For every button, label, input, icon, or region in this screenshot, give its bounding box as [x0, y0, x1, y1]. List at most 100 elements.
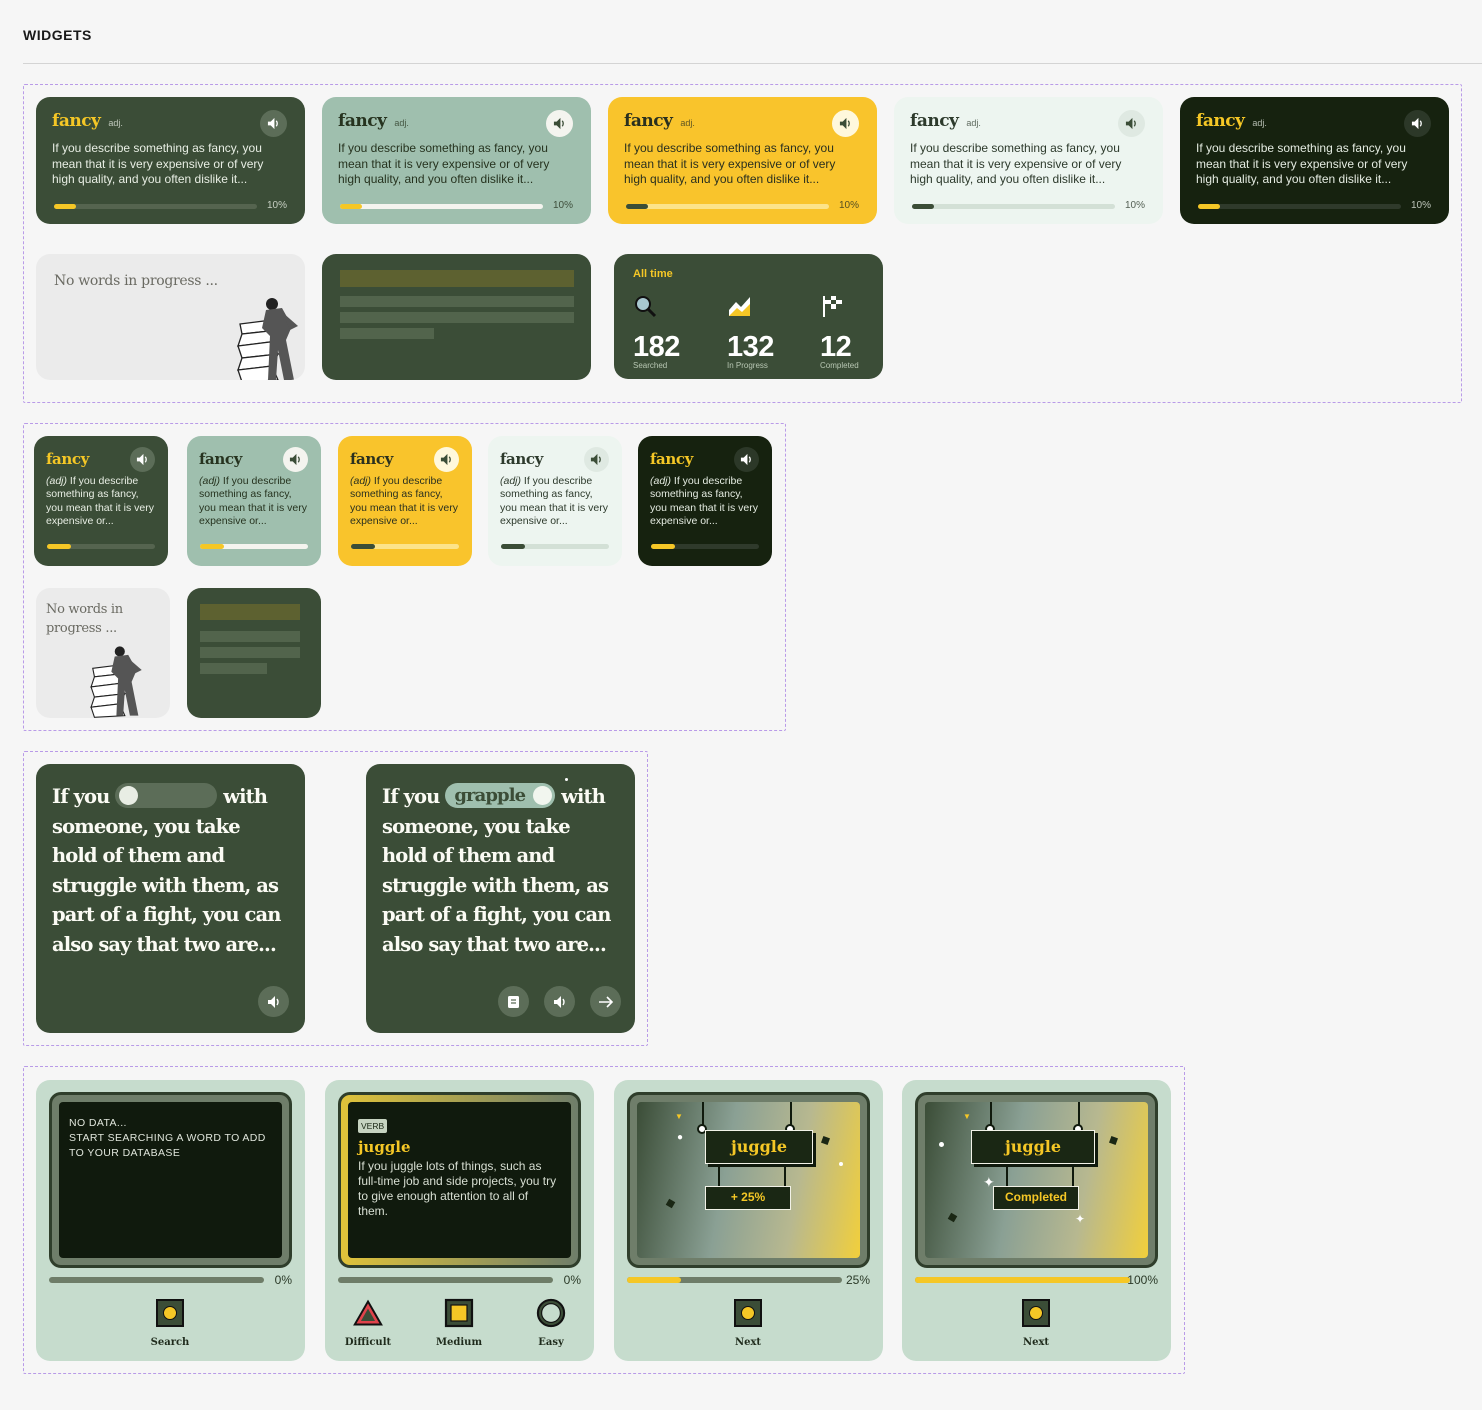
word-definition: (adj) If you describe something as fancy…: [650, 475, 760, 528]
word-card-small-sage[interactable]: fancy (adj) If you describe something as…: [187, 436, 321, 566]
difficult-button[interactable]: Difficult: [338, 1298, 398, 1348]
progress-fill: [47, 544, 71, 549]
word-card-yellow[interactable]: fancy adj. If you describe something as f…: [608, 97, 877, 224]
speaker-button[interactable]: [544, 986, 575, 1017]
speaker-button[interactable]: [1404, 110, 1431, 137]
speaker-button[interactable]: [258, 986, 289, 1017]
confetti: [939, 1142, 944, 1147]
word-title: fancy: [1196, 111, 1245, 131]
chart-icon: [729, 297, 750, 316]
progress-fill: [915, 1277, 1130, 1283]
person-illustration: [237, 298, 298, 380]
progress-percent: 10%: [1124, 200, 1145, 211]
progress-bar: [338, 1277, 553, 1283]
game-screen-frame: NO DATA... START SEARCHING A WORD TO ADD…: [49, 1092, 292, 1268]
button-label: Medium: [435, 1337, 483, 1348]
progress-bar: [626, 204, 829, 209]
stat-caption: Completed: [820, 361, 859, 370]
confetti: ▼: [675, 1112, 683, 1121]
confetti: [947, 1212, 958, 1223]
quote-card-revealed: If you grapple with someone, you take ho…: [366, 764, 635, 1033]
person-illustration: [90, 646, 142, 718]
word-definition: If you describe something as fancy, you …: [338, 141, 550, 186]
next-arrow-button[interactable]: [590, 986, 621, 1017]
speaker-button[interactable]: [283, 447, 308, 472]
dictionary-button[interactable]: [498, 986, 529, 1017]
reward-screen: juggle + 25% ● ▼: [637, 1102, 860, 1258]
progress-bar: [49, 1277, 264, 1283]
next-button[interactable]: Next: [718, 1298, 778, 1348]
part-of-speech: (adj): [199, 475, 221, 487]
word-definition: (adj) If you describe something as fancy…: [350, 475, 460, 528]
sparkle-dot: [565, 778, 568, 781]
quote-lead: If you: [382, 785, 440, 808]
pos-tag: VERB: [358, 1119, 388, 1133]
stat-caption: In Progress: [727, 361, 768, 370]
next-button[interactable]: Next: [1006, 1298, 1066, 1348]
word-card-sage[interactable]: fancy adj. If you describe something as f…: [322, 97, 591, 224]
word-card-mint[interactable]: fancy adj. If you describe something as f…: [894, 97, 1163, 224]
progress-percent: 25%: [845, 1273, 870, 1287]
word-card-small-yellow[interactable]: fancy (adj) If you describe something as…: [338, 436, 472, 566]
smiley-icon: [156, 1299, 184, 1327]
speaker-button[interactable]: [832, 110, 859, 137]
word-definition: (adj) If you describe something as fancy…: [500, 475, 610, 528]
speaker-button[interactable]: [260, 110, 287, 137]
word-card-small-dark[interactable]: fancy (adj) If you describe something as…: [34, 436, 168, 566]
search-button[interactable]: Search: [140, 1298, 200, 1348]
title-divider: [23, 63, 1482, 64]
speaker-button[interactable]: [130, 447, 155, 472]
stat-completed: 12 Completed: [820, 294, 900, 370]
empty-state-text: No words in progress ...: [54, 273, 218, 289]
reward-word: juggle: [705, 1130, 813, 1164]
confetti: [1109, 1136, 1118, 1145]
word-card-small-mint[interactable]: fancy (adj) If you describe something as…: [488, 436, 622, 566]
progress-bar: [915, 1277, 1130, 1283]
reveal-toggle[interactable]: [115, 783, 218, 808]
smiley-icon: [734, 1299, 762, 1327]
speaker-icon: [553, 117, 564, 130]
game-definition: If you juggle lots of things, such as fu…: [358, 1159, 557, 1218]
speaker-button[interactable]: [434, 447, 459, 472]
progress-bar: [651, 544, 759, 549]
reveal-toggle[interactable]: grapple: [445, 783, 556, 808]
speaker-button[interactable]: [584, 447, 609, 472]
word-card-black[interactable]: fancy adj. If you describe something as f…: [1180, 97, 1449, 224]
reward-badge: Completed: [993, 1186, 1079, 1210]
magnifier-icon: [635, 296, 657, 318]
easy-button[interactable]: Easy: [521, 1298, 581, 1348]
speaker-button[interactable]: [546, 110, 573, 137]
word-card-small-black[interactable]: fancy (adj) If you describe something as…: [638, 436, 772, 566]
button-label: Search: [150, 1337, 190, 1348]
sparkle-icon: ✦: [1075, 1212, 1086, 1226]
progress-fill: [912, 204, 935, 209]
medium-button[interactable]: Medium: [429, 1298, 489, 1348]
button-label: Difficult: [344, 1337, 392, 1348]
progress-bar: [47, 544, 155, 549]
progress-fill: [501, 544, 525, 549]
word-card-dark[interactable]: fancy adj. If you describe something as f…: [36, 97, 305, 224]
loading-skeleton-card: [322, 254, 591, 380]
speaker-icon: [440, 453, 451, 466]
game-screen-frame: juggle + 25% ● ▼: [627, 1092, 870, 1268]
empty-state-text-line2: progress ...: [46, 621, 117, 636]
square-icon: [444, 1298, 474, 1328]
speaker-button[interactable]: [734, 447, 759, 472]
stat-value: 12: [820, 331, 852, 363]
part-of-speech: (adj): [500, 475, 522, 487]
confetti: [839, 1162, 843, 1166]
part-of-speech: (adj): [46, 475, 68, 487]
game-screen: NO DATA... START SEARCHING A WORD TO ADD…: [59, 1102, 282, 1258]
speaker-button[interactable]: [1118, 110, 1145, 137]
progress-bar: [340, 204, 543, 209]
progress-fill: [54, 204, 77, 209]
word-title: fancy: [910, 111, 959, 131]
speaker-icon: [136, 453, 147, 466]
quote-card-hidden: If you with someone, you take hold of th…: [36, 764, 305, 1033]
word-title: fancy: [624, 111, 673, 131]
game-card-reward-progress: juggle + 25% ● ▼ 25% Next: [614, 1080, 883, 1361]
speaker-icon: [267, 995, 279, 1008]
progress-percent: 10%: [552, 200, 573, 211]
triangle-icon: [353, 1299, 383, 1326]
toggle-knob: [533, 786, 553, 805]
